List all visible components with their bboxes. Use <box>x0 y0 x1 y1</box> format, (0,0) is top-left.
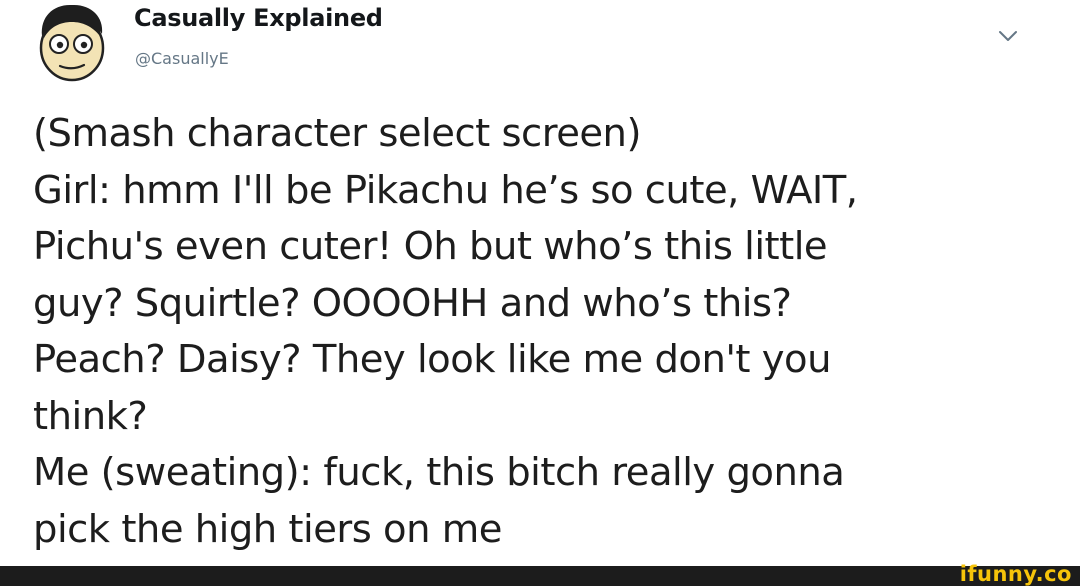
tweet-line: Me (sweating): fuck, this bitch really g… <box>33 450 845 495</box>
tweet-header: Casually Explained @CasuallyE <box>30 0 1050 95</box>
ifunny-watermark: ifunny.co <box>959 562 1072 586</box>
tweet-line: pick the high tiers on me <box>33 506 502 552</box>
tweet-line: think? <box>33 393 148 439</box>
tweet-text: (Smash character select screen) Girl: hm… <box>33 106 1033 558</box>
tweet-line: Pichu's even cuter! Oh but who’s this li… <box>33 224 828 269</box>
tweet-line: guy? Squirtle? OOOOHH and who’s this? <box>33 280 792 326</box>
avatar[interactable] <box>32 2 110 84</box>
chevron-down-icon[interactable] <box>996 26 1020 46</box>
tweet-line: (Smash character select screen) <box>33 111 641 156</box>
tweet-line: Peach? Daisy? They look like me don't yo… <box>33 337 832 382</box>
author-name[interactable]: Casually Explained <box>134 4 383 32</box>
footer-bar: ifunny.co <box>0 562 1080 586</box>
author-handle[interactable]: @CasuallyE <box>135 49 229 68</box>
tweet-line: Girl: hmm I'll be Pikachu he’s so cute, … <box>33 167 858 213</box>
